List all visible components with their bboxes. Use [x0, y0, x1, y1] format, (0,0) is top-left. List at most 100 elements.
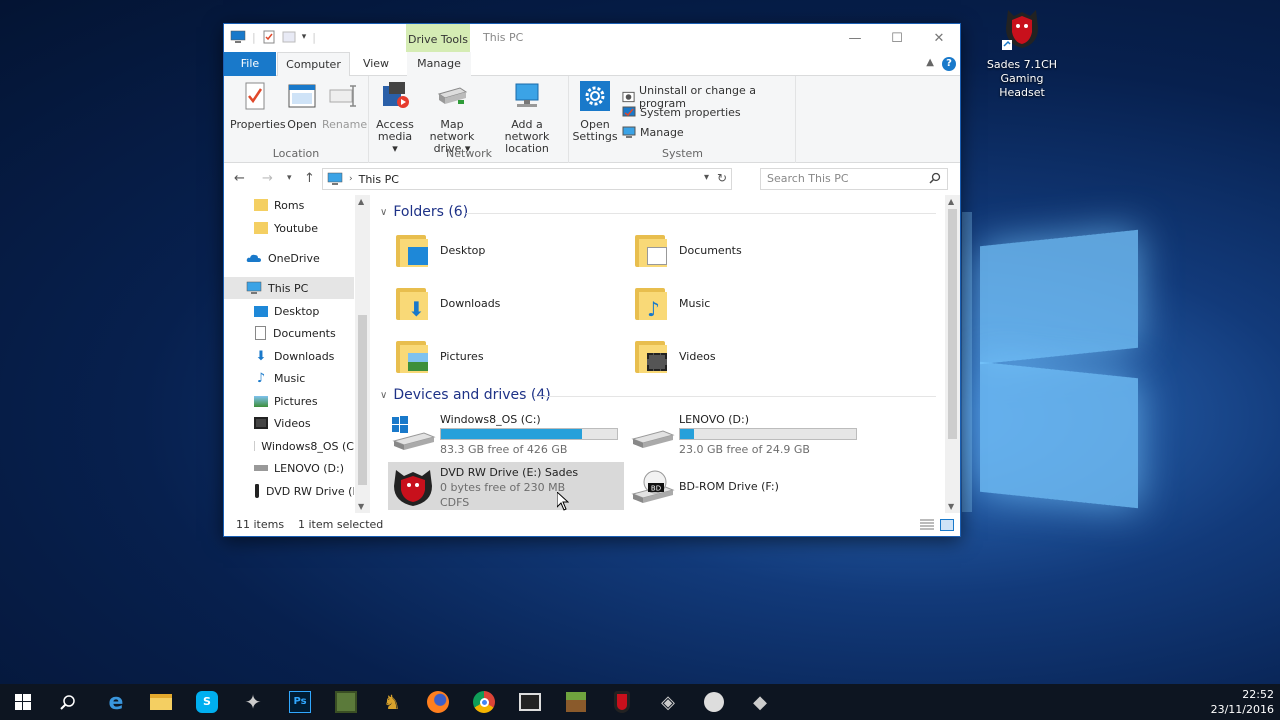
folders-section-header[interactable]: ∨ Folders (6) — [380, 204, 468, 220]
folder-tile-videos[interactable]: Videos — [635, 337, 716, 375]
manage-button[interactable]: Manage — [622, 125, 684, 139]
open-settings-label-2: Settings — [572, 130, 618, 143]
nav-item-drive-c[interactable]: Windows8_OS (C — [224, 435, 354, 457]
desktop-icon-sades[interactable]: Sades 7.1CH Gaming Headset — [985, 6, 1059, 100]
drives-section-header[interactable]: ∨ Devices and drives (4) — [380, 387, 551, 403]
nav-item-pictures[interactable]: Pictures — [224, 390, 354, 412]
nav-item-downloads[interactable]: ⬇ Downloads — [224, 345, 354, 367]
drive-tile-c[interactable]: Windows8_OS (C:) 83.3 GB free of 426 GB — [388, 409, 624, 457]
folder-tile-music[interactable]: ♪ Music — [635, 284, 710, 322]
skype-icon[interactable]: S — [195, 690, 219, 714]
system-properties-button[interactable]: System properties — [622, 105, 741, 119]
nav-item-this-pc[interactable]: This PC — [224, 277, 354, 299]
properties-icon[interactable] — [262, 30, 276, 44]
folder-tile-documents[interactable]: Documents — [635, 231, 742, 269]
tab-view[interactable]: View — [354, 52, 398, 76]
start-icon[interactable] — [11, 690, 35, 714]
large-icons-view-icon[interactable] — [940, 519, 954, 531]
scrollbar-thumb[interactable] — [358, 315, 367, 485]
drive-free-space: 23.0 GB free of 24.9 GB — [679, 443, 810, 456]
nav-item-onedrive[interactable]: OneDrive — [224, 247, 354, 269]
app-icon-2[interactable]: ◈ — [656, 690, 680, 714]
minecraft-icon[interactable] — [334, 690, 358, 714]
nav-item-drive-e[interactable]: DVD RW Drive (E — [224, 480, 354, 502]
maximize-button[interactable]: ☐ — [876, 24, 918, 52]
nav-item-youtube[interactable]: Youtube — [224, 217, 354, 239]
collapse-chevron-icon[interactable]: ∨ — [380, 207, 387, 218]
back-button[interactable]: ← — [234, 171, 245, 186]
tab-computer[interactable]: Computer — [277, 52, 350, 77]
navigation-pane: Roms Youtube OneDrive This PC Desktop Do… — [224, 195, 370, 513]
qat-dropdown-icon[interactable]: ▾ — [302, 32, 307, 42]
photoshop-icon[interactable]: Ps — [288, 690, 312, 714]
nav-item-drive-d[interactable]: LENOVO (D:) — [224, 457, 354, 479]
pictures-icon — [254, 395, 268, 407]
nav-item-roms[interactable]: Roms — [224, 195, 354, 216]
open-button[interactable]: Open — [284, 80, 320, 131]
address-dropdown-icon[interactable]: ▾ — [704, 172, 709, 183]
nav-item-documents[interactable]: Documents — [224, 322, 354, 344]
drive-free-space: 83.3 GB free of 426 GB — [440, 443, 568, 456]
scrollbar-thumb[interactable] — [948, 209, 957, 439]
close-button[interactable]: ✕ — [918, 24, 960, 52]
computer-icon[interactable] — [230, 30, 246, 44]
recent-locations-button[interactable]: ▾ — [287, 173, 292, 183]
taskbar: e S ✦ Ps ♞ ◈ ◆ 22:52 23/11/2016 — [0, 684, 1280, 720]
scroll-up-icon[interactable]: ▲ — [358, 197, 364, 206]
tab-manage[interactable]: Manage — [407, 52, 471, 76]
drive-tile-e[interactable]: DVD RW Drive (E:) Sades 0 bytes free of … — [388, 462, 624, 510]
up-button[interactable]: ↑ — [304, 171, 315, 186]
nav-item-desktop[interactable]: Desktop — [224, 300, 354, 322]
edge-icon[interactable]: e — [104, 690, 128, 715]
scroll-up-icon[interactable]: ▲ — [948, 197, 954, 206]
minimize-ribbon-icon[interactable]: ▲ — [926, 57, 934, 68]
scroll-down-icon[interactable]: ▼ — [948, 502, 954, 511]
search-icon[interactable] — [56, 690, 80, 714]
access-media-icon — [383, 82, 409, 108]
refresh-icon[interactable]: ↻ — [717, 171, 727, 185]
folder-tile-pictures[interactable]: Pictures — [396, 337, 484, 375]
nav-pane-scrollbar[interactable]: ▲ ▼ — [355, 195, 370, 513]
nav-item-videos[interactable]: Videos — [224, 412, 354, 434]
folder-tile-downloads[interactable]: ⬇ Downloads — [396, 284, 500, 322]
access-media-button[interactable]: Access media ▾ — [374, 80, 416, 155]
window-title: This PC — [483, 31, 524, 44]
system-clock[interactable]: 22:52 23/11/2016 — [1211, 687, 1274, 717]
scroll-down-icon[interactable]: ▼ — [358, 502, 364, 511]
drive-tile-d[interactable]: LENOVO (D:) 23.0 GB free of 24.9 GB — [627, 409, 863, 457]
content-scrollbar[interactable]: ▲ ▼ — [945, 195, 960, 513]
open-settings-button[interactable]: Open Settings — [572, 80, 618, 143]
windows-drive-icon — [254, 441, 256, 451]
help-icon[interactable]: ? — [942, 57, 956, 71]
drive-name: Windows8_OS (C:) — [440, 413, 541, 426]
chrome-icon[interactable] — [472, 690, 496, 714]
app-icon-3[interactable] — [702, 690, 726, 714]
app-icon-4[interactable]: ◆ — [748, 690, 772, 714]
firefox-icon[interactable] — [426, 690, 450, 714]
minecraft-block-icon[interactable] — [564, 690, 588, 714]
drive-tile-f[interactable]: BD BD-ROM Drive (F:) — [627, 462, 863, 510]
file-explorer-icon[interactable] — [149, 690, 173, 714]
folder-tile-desktop[interactable]: Desktop — [396, 231, 485, 269]
properties-button[interactable]: Properties — [230, 80, 286, 131]
map-network-drive-button[interactable]: Map network drive ▾ — [418, 80, 486, 155]
game-icon[interactable]: ♞ — [380, 690, 404, 714]
sades-icon[interactable] — [610, 690, 634, 714]
minimize-button[interactable]: — — [834, 24, 876, 52]
section-divider — [534, 396, 936, 397]
address-bar[interactable]: › This PC ▾ ↻ — [322, 168, 732, 190]
nav-item-label: Roms — [274, 198, 305, 212]
add-network-location-button[interactable]: Add a network location — [488, 80, 566, 155]
details-view-icon[interactable] — [920, 519, 934, 531]
rename-button[interactable]: Rename — [322, 80, 367, 131]
search-input[interactable]: Search This PC — [760, 168, 948, 190]
app-icon[interactable]: ✦ — [241, 690, 265, 714]
collapse-chevron-icon[interactable]: ∨ — [380, 390, 387, 401]
breadcrumb[interactable]: This PC — [359, 173, 399, 186]
app-window-icon[interactable] — [518, 690, 542, 714]
new-folder-icon[interactable] — [282, 30, 296, 44]
tab-file[interactable]: File — [224, 52, 276, 76]
nav-item-music[interactable]: ♪ Music — [224, 367, 354, 389]
system-properties-icon — [622, 106, 636, 117]
forward-button[interactable]: → — [262, 171, 273, 186]
